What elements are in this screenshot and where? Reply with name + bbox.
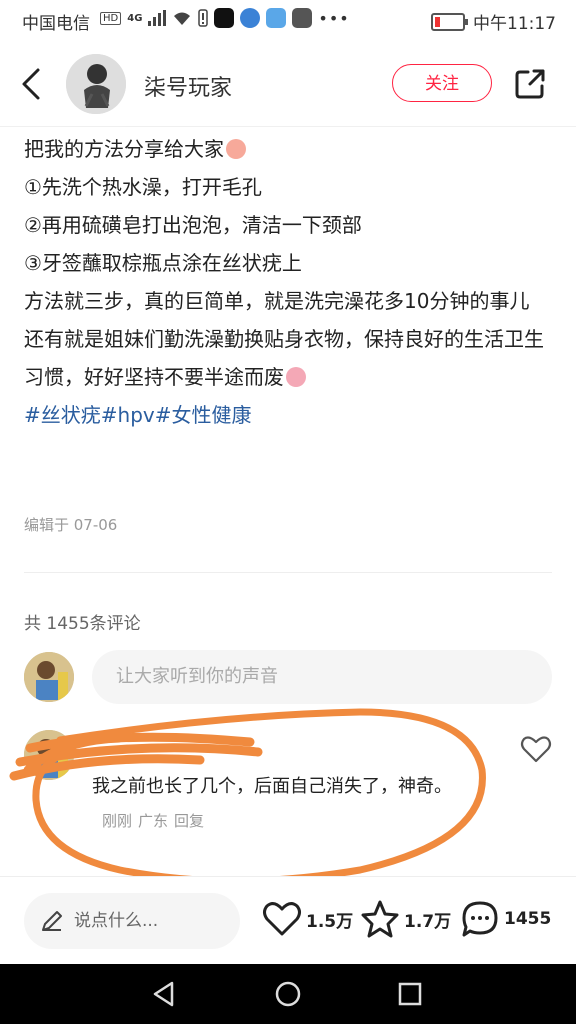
child-photo	[24, 730, 74, 780]
edit-date: 编辑于 07-06	[24, 516, 118, 534]
peach-emoji-icon	[226, 139, 246, 159]
browser-icon	[240, 8, 261, 28]
post-line: 方法就三步，真的巨简单，就是洗完澡花多10分钟的事儿	[24, 289, 530, 313]
home-circle-icon[interactable]	[274, 980, 302, 1008]
comment-icon	[462, 901, 498, 937]
favorite-count: 1.7万	[404, 911, 452, 932]
heart-icon	[263, 902, 301, 936]
comment-location: 广东	[138, 812, 169, 830]
comment-time: 刚刚	[102, 812, 133, 830]
status-icons: HD 4G •••	[100, 8, 350, 28]
comment-item[interactable]: 我之前也长了几个，后面自己消失了，神奇。 刚刚 广东 回复	[92, 770, 482, 838]
alert-icon	[198, 9, 209, 27]
post-content: 把我的方法分享给大家 ①先洗个热水澡，打开毛孔 ②再用硫磺皂打出泡泡，清洁一下颈…	[24, 130, 554, 434]
comment-button[interactable]: 1455	[460, 899, 551, 939]
clock: 中午11:17	[473, 14, 556, 34]
comment-meta: 刚刚 广东 回复	[102, 812, 210, 830]
pig-emoji-icon	[286, 367, 306, 387]
follow-button[interactable]: 关注	[392, 64, 492, 102]
reply-link[interactable]: 回复	[174, 812, 204, 830]
divider	[24, 572, 552, 573]
comment-count-bottom: 1455	[504, 909, 552, 929]
comment-input[interactable]: 让大家听到你的声音	[92, 650, 552, 704]
my-avatar	[24, 652, 74, 702]
post-line: 还有就是姐妹们勤洗澡勤换贴身衣物，保持良好的生活卫生习惯，好好坚持不要半途而废	[24, 327, 544, 389]
post-line: ③牙签蘸取棕瓶点涂在丝状疣上	[24, 251, 302, 275]
status-bar: 中国电信 HD 4G ••• 中午11:17	[0, 0, 576, 38]
time-group: 中午11:17	[431, 9, 556, 34]
post-line: 把我的方法分享给大家	[24, 130, 554, 168]
network-label: 4G	[127, 12, 143, 24]
post-header: 柒号玩家 关注	[0, 44, 576, 127]
signal-icon	[148, 10, 167, 26]
bottom-action-bar: 说点什么... 1.5万 1.7万 1455	[0, 876, 576, 965]
avatar-illustration	[66, 54, 126, 114]
hd-icon: HD	[100, 11, 122, 25]
say-something-label: 说点什么...	[74, 911, 159, 931]
weather-icon	[266, 8, 287, 28]
comment-like-icon[interactable]	[520, 734, 552, 764]
like-button[interactable]: 1.5万	[262, 899, 353, 939]
say-something-input[interactable]: 说点什么...	[24, 893, 240, 949]
recents-square-icon[interactable]	[396, 980, 424, 1008]
post-hashtags[interactable]: #丝状疣#hpv#女性健康	[24, 396, 554, 434]
favorite-button[interactable]: 1.7万	[360, 899, 451, 939]
back-icon[interactable]	[18, 66, 48, 102]
system-nav-bar	[0, 964, 576, 1024]
pen-icon	[42, 911, 62, 931]
post-line: ②再用硫磺皂打出泡泡，清洁一下颈部	[24, 213, 362, 237]
battery-icon	[431, 12, 468, 31]
author-name[interactable]: 柒号玩家	[144, 70, 232, 102]
carrier-label: 中国电信	[22, 14, 90, 34]
back-triangle-icon[interactable]	[150, 980, 178, 1008]
comment-text: 我之前也长了几个，后面自己消失了，神奇。	[92, 776, 452, 797]
post-line: ①先洗个热水澡，打开毛孔	[24, 175, 262, 199]
comment-count: 共 1455条评论	[24, 614, 141, 634]
star-icon	[361, 900, 399, 938]
child-photo	[24, 652, 74, 702]
app-icon	[292, 8, 313, 28]
share-icon[interactable]	[512, 66, 548, 102]
commenter-avatar[interactable]	[24, 730, 74, 780]
like-count: 1.5万	[306, 911, 354, 932]
author-avatar[interactable]	[66, 54, 126, 114]
more-icon: •••	[318, 8, 350, 28]
tiktok-icon	[214, 8, 235, 28]
wifi-icon	[174, 12, 191, 25]
